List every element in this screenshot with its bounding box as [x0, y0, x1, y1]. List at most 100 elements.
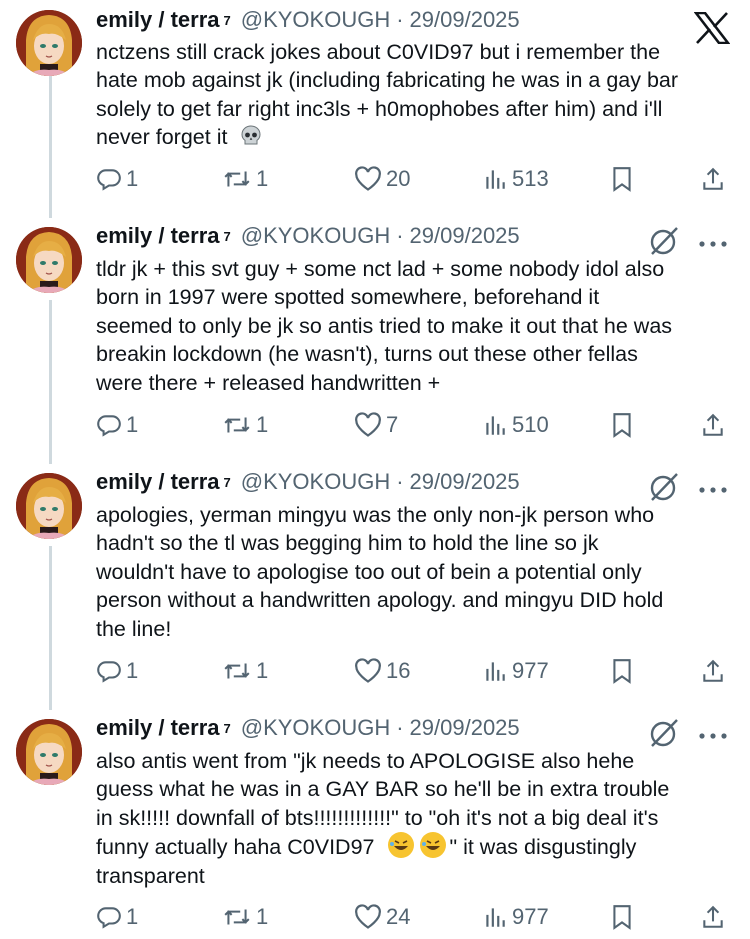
- handle[interactable]: @KYOKOUGH: [241, 223, 390, 249]
- reply-icon: [97, 169, 121, 191]
- tweet[interactable]: emily / terra 7 @KYOKOUGH · 29/09/2025 a…: [0, 469, 750, 693]
- views-icon: [486, 416, 505, 435]
- share-icon: [703, 413, 723, 436]
- tweet-text: tldr jk + this svt guy + some nct lad + …: [96, 257, 673, 395]
- reply-button[interactable]: 1: [96, 412, 138, 438]
- repost-icon: [224, 171, 250, 187]
- heart-icon: [355, 658, 381, 683]
- display-name[interactable]: emily / terra: [96, 469, 220, 495]
- reply-icon: [97, 415, 121, 437]
- repost-button[interactable]: 1: [222, 904, 268, 930]
- display-name[interactable]: emily / terra: [96, 223, 220, 249]
- avatar[interactable]: [16, 227, 82, 293]
- reply-button[interactable]: 1: [96, 166, 138, 192]
- views-button[interactable]: 977: [482, 904, 549, 930]
- repost-count: 1: [256, 904, 269, 929]
- separator: ·: [396, 7, 404, 32]
- reply-count: 1: [126, 904, 139, 929]
- separator: ·: [396, 223, 404, 248]
- action-bar: 1 1 24 977: [96, 904, 728, 934]
- heart-icon: [355, 166, 381, 191]
- repost-button[interactable]: 1: [222, 166, 268, 192]
- tweet-header: emily / terra 7 @KYOKOUGH · 29/09/2025: [96, 715, 520, 749]
- heart-icon: [355, 412, 381, 437]
- avatar[interactable]: [16, 473, 82, 539]
- like-button[interactable]: 24: [354, 904, 410, 930]
- bookmark-button[interactable]: [610, 904, 634, 930]
- views-button[interactable]: 977: [482, 658, 549, 684]
- display-name[interactable]: emily / terra: [96, 715, 220, 741]
- bookmark-button[interactable]: [610, 412, 634, 438]
- like-button[interactable]: 16: [354, 658, 410, 684]
- handle[interactable]: @KYOKOUGH: [241, 7, 390, 33]
- views-icon: [486, 170, 505, 189]
- bookmark-icon: [613, 659, 631, 684]
- avatar[interactable]: [16, 10, 82, 76]
- bookmark-button[interactable]: [610, 658, 634, 684]
- share-icon: [703, 905, 723, 928]
- bookmark-button[interactable]: [610, 166, 634, 192]
- repost-icon: [224, 909, 250, 925]
- more-options-icon[interactable]: [698, 481, 728, 499]
- views-count: 513: [512, 166, 549, 191]
- timestamp[interactable]: 29/09/2025: [410, 469, 520, 495]
- display-name[interactable]: emily / terra: [96, 7, 220, 33]
- tweet-header: emily / terra 7 @KYOKOUGH · 29/09/2025: [96, 7, 520, 41]
- timestamp[interactable]: 29/09/2025: [410, 223, 520, 249]
- tweet-text: nctzens still crack jokes about C0VID97 …: [96, 38, 716, 156]
- views-icon: [486, 908, 505, 927]
- tweet-header: emily / terra 7 @KYOKOUGH · 29/09/2025: [96, 223, 520, 257]
- heart-icon: [355, 904, 381, 929]
- avatar[interactable]: [16, 719, 82, 785]
- tweet-header: emily / terra 7 @KYOKOUGH · 29/09/2025: [96, 469, 520, 503]
- views-count: 977: [512, 904, 549, 929]
- action-bar: 1 1 20 513: [96, 166, 728, 196]
- action-bar: 1 1 16 977: [96, 658, 728, 688]
- share-icon: [703, 167, 723, 190]
- like-count: 7: [386, 412, 399, 437]
- views-button[interactable]: 513: [482, 166, 549, 192]
- share-button[interactable]: [700, 412, 726, 438]
- views-button[interactable]: 510: [482, 412, 549, 438]
- repost-count: 1: [256, 658, 269, 683]
- reply-icon: [97, 661, 121, 683]
- repost-icon: [224, 663, 250, 679]
- tweet[interactable]: emily / terra 7 @KYOKOUGH · 29/09/2025 a…: [0, 715, 750, 939]
- share-icon: [703, 659, 723, 682]
- action-bar: 1 1 7 510: [96, 412, 728, 442]
- reply-button[interactable]: 1: [96, 658, 138, 684]
- tweet[interactable]: emily / terra 7 @KYOKOUGH · 29/09/2025 t…: [0, 223, 750, 447]
- name-superscript: 7: [223, 229, 231, 244]
- like-button[interactable]: 7: [354, 412, 398, 438]
- handle[interactable]: @KYOKOUGH: [241, 715, 390, 741]
- views-count: 510: [512, 412, 549, 437]
- repost-button[interactable]: 1: [222, 658, 268, 684]
- skull-emoji-icon: [239, 124, 263, 155]
- tweet-text: apologies, yerman mingyu was the only no…: [96, 503, 664, 641]
- views-count: 977: [512, 658, 549, 683]
- more-options-icon[interactable]: [698, 235, 728, 253]
- tweet[interactable]: emily / terra 7 @KYOKOUGH · 29/09/2025 n…: [0, 7, 750, 210]
- reply-button[interactable]: 1: [96, 904, 138, 930]
- tweet-text: also antis went from "jk needs to APOLOG…: [96, 749, 670, 888]
- name-superscript: 7: [223, 721, 231, 736]
- repost-count: 1: [256, 166, 269, 191]
- repost-count: 1: [256, 412, 269, 437]
- like-button[interactable]: 20: [354, 166, 410, 192]
- reply-count: 1: [126, 166, 139, 191]
- repost-button[interactable]: 1: [222, 412, 268, 438]
- name-superscript: 7: [223, 475, 231, 490]
- handle[interactable]: @KYOKOUGH: [241, 469, 390, 495]
- more-options-icon[interactable]: [698, 727, 728, 745]
- share-button[interactable]: [700, 658, 726, 684]
- like-count: 16: [386, 658, 411, 683]
- separator: ·: [396, 715, 404, 740]
- like-count: 24: [386, 904, 411, 929]
- rofl-emoji-icon: [420, 832, 447, 859]
- share-button[interactable]: [700, 166, 726, 192]
- share-button[interactable]: [700, 904, 726, 930]
- name-superscript: 7: [223, 13, 231, 28]
- timestamp[interactable]: 29/09/2025: [410, 715, 520, 741]
- bookmark-icon: [613, 905, 631, 930]
- timestamp[interactable]: 29/09/2025: [410, 7, 520, 33]
